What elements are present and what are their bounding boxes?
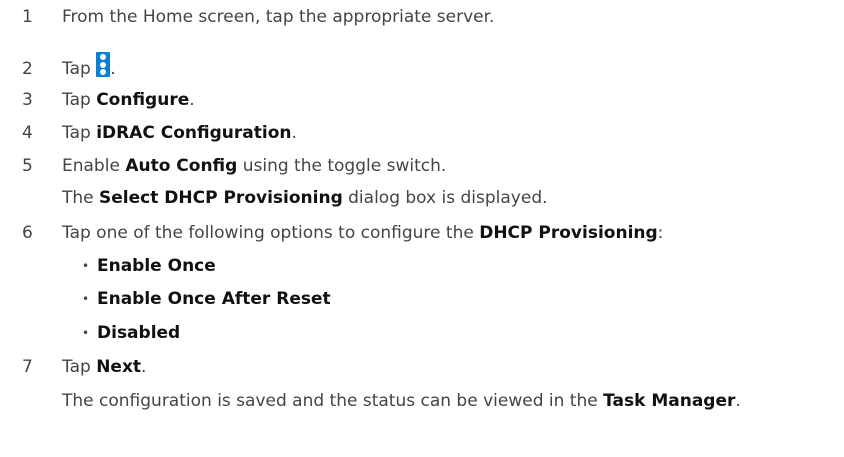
idrac-configuration-label: iDRAC Configuration (96, 123, 292, 143)
step-text: Tap Configure. (62, 87, 195, 113)
step-text: Tap one of the following options to conf… (62, 220, 663, 246)
step-text-post: . (141, 357, 147, 377)
option-label: Disabled (97, 323, 181, 343)
step-5-result: The Select DHCP Provisioning dialog box … (62, 185, 548, 211)
bullet-icon: • (82, 326, 90, 340)
step-text: Tap Next. (62, 354, 146, 380)
note-text-pre: The configuration is saved and the statu… (62, 391, 604, 411)
more-options-icon (96, 52, 111, 77)
step-text-post: . (189, 90, 195, 110)
note-text-post: dialog box is displayed. (342, 188, 548, 208)
step-number: 2 (22, 59, 33, 79)
step-text: Tap . (62, 52, 116, 86)
step-text-pre: Tap (62, 123, 97, 143)
step-text-pre: Tap (62, 90, 97, 110)
step-text-pre: Tap one of the following options to conf… (62, 223, 480, 243)
step-number: 1 (22, 7, 33, 27)
note-text-post: . (735, 391, 741, 411)
step-text: Tap iDRAC Configuration. (62, 120, 297, 146)
select-dhcp-provisioning-label: Select DHCP Provisioning (99, 188, 343, 208)
step-text-post: : (657, 223, 664, 243)
note-text-pre: The (62, 188, 100, 208)
bullet-icon: • (82, 292, 90, 306)
option-label: Enable Once After Reset (97, 289, 331, 309)
step-number: 3 (22, 90, 33, 110)
auto-config-label: Auto Config (125, 156, 238, 176)
step-number: 6 (22, 223, 33, 243)
step-text-post: . (291, 123, 297, 143)
step-text: Enable Auto Config using the toggle swit… (62, 153, 446, 179)
step-text-post: using the toggle switch. (237, 156, 447, 176)
task-manager-label: Task Manager (603, 391, 736, 411)
step-number: 5 (22, 156, 33, 176)
step-text: From the Home screen, tap the appropriat… (62, 7, 495, 27)
configure-label: Configure (96, 90, 190, 110)
dhcp-provisioning-label: DHCP Provisioning (479, 223, 658, 243)
option-label: Enable Once (97, 256, 216, 276)
step-number: 7 (22, 357, 33, 377)
next-label: Next (96, 357, 142, 377)
step-7-result: The configuration is saved and the statu… (62, 388, 741, 414)
bullet-icon: • (82, 259, 90, 273)
step-number: 4 (22, 123, 33, 143)
step-text-before: Tap (62, 59, 97, 79)
step-text-pre: Tap (62, 357, 97, 377)
step-text-after: . (110, 59, 116, 79)
step-text-pre: Enable (62, 156, 126, 176)
